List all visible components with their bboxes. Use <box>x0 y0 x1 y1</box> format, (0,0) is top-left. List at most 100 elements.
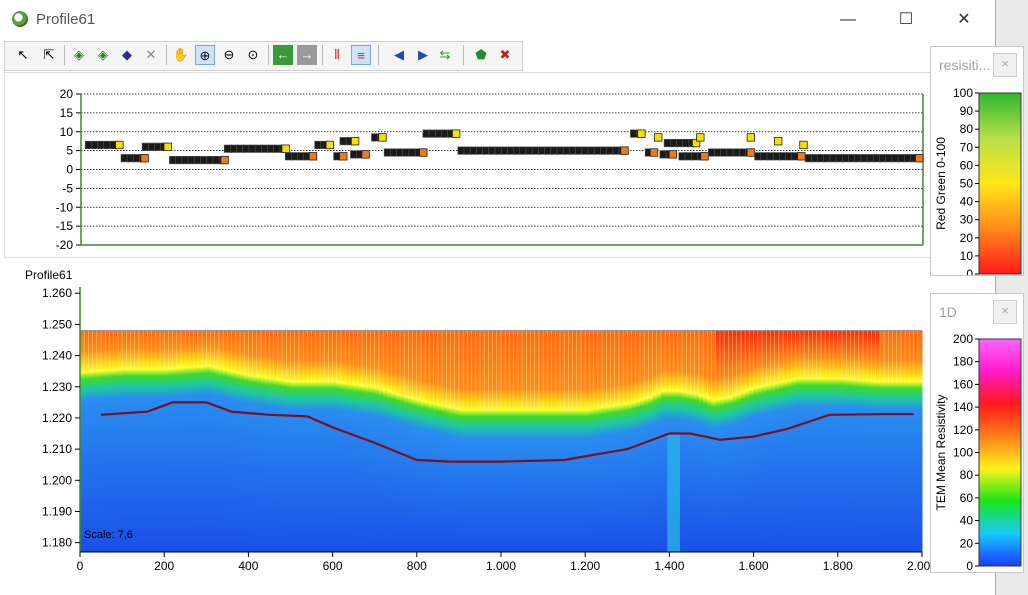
section-plot-panel: Profile61 1.260 1.250 1.240 1.230 1.220 1.210 1… <box>4 262 993 592</box>
sounding-end-marker <box>419 148 428 157</box>
sounding-end-marker <box>797 152 806 161</box>
sounding-end-marker <box>281 144 290 153</box>
close-button[interactable]: ✕ <box>944 6 984 34</box>
colorbar-tem-resistivity: 200180160140120100806040200TEM Mean Resi… <box>934 332 1022 572</box>
zoom-out-icon[interactable]: ⊖ <box>219 45 239 65</box>
sounding-segment <box>422 129 461 138</box>
sounding-end-marker <box>637 129 646 138</box>
sounding-end-marker <box>746 133 755 142</box>
delete-icon[interactable]: ✕ <box>141 45 161 65</box>
y-tick-label: 1.210 <box>42 442 72 456</box>
sounding-segment <box>333 152 348 161</box>
sounding-end-marker <box>325 140 335 150</box>
sounding-segment <box>804 154 924 163</box>
minimize-button[interactable]: — <box>828 6 868 34</box>
x-tick-label: 600 <box>323 559 343 573</box>
x-tick-label: 200 <box>154 559 174 573</box>
colorbar-tick-label: 40 <box>960 195 974 209</box>
colorbar-red-green: 1009080706050403020100Red Green 0-100 <box>934 86 1022 275</box>
sounding-end-marker <box>915 154 924 163</box>
y-tick-label: 1.230 <box>42 380 72 394</box>
top-plot-panel: 20 15 10 5 0 -5 -10 -15 -20 <box>4 72 995 258</box>
sounding-end-marker <box>799 140 808 150</box>
y-tick-label: 1.260 <box>42 286 72 300</box>
colorbar-tick-label: 140 <box>953 400 973 414</box>
bars-chart[interactable]: 20151050-5-10-15-20 <box>5 73 994 257</box>
y-tick-label: 5 <box>66 144 73 158</box>
prev-icon[interactable]: ◀ <box>389 45 409 65</box>
sounding-segment <box>746 133 755 142</box>
y-tick-label: 0 <box>66 163 73 177</box>
colorbar-axis-label: Red Green 0-100 <box>934 137 948 230</box>
sounding-end-marker <box>378 133 387 142</box>
y-tick-label: 10 <box>60 125 74 139</box>
profile-window: Profile61 — ☐ ✕ ↖ ⇱ ◈ ◈ ◆ ✕ ✋ ⊕ ⊖ ⊙ ← → … <box>0 0 996 595</box>
toolbar-separator <box>268 45 269 65</box>
maximize-button[interactable]: ☐ <box>886 6 926 34</box>
vertical-bars-icon[interactable]: ⦀ <box>327 45 347 65</box>
zoom-in-icon[interactable]: ⊕ <box>195 45 215 65</box>
zoom-extent-icon[interactable]: ⊙ <box>243 45 263 65</box>
toolbar: ↖ ⇱ ◈ ◈ ◆ ✕ ✋ ⊕ ⊖ ⊙ ← → ⦀ ≡ ◀ ▶ ⇆ ⬟ ✖ <box>4 41 523 71</box>
sounding-end-marker <box>451 129 461 138</box>
section-label: Profile61 <box>25 268 73 282</box>
y-tick-label: 1.190 <box>42 504 72 518</box>
toolbar-separator <box>378 45 379 65</box>
colorbar-tick-label: 20 <box>960 231 974 245</box>
layer-c-icon[interactable]: ◆ <box>117 45 137 65</box>
sounding-end-marker <box>308 152 318 161</box>
sounding-segment <box>169 155 229 165</box>
toolbar-separator <box>64 45 65 65</box>
next-icon[interactable]: ▶ <box>413 45 433 65</box>
sounding-end-marker <box>220 155 229 165</box>
sounding-segment <box>383 148 428 157</box>
forward-icon[interactable]: → <box>297 45 317 65</box>
sounding-end-marker <box>668 150 678 159</box>
select-multi-icon[interactable]: ⇱ <box>39 45 59 65</box>
anomaly-column <box>667 433 680 552</box>
sounding-end-marker <box>746 148 755 157</box>
layer-b-icon[interactable]: ◈ <box>93 45 113 65</box>
swap-icon[interactable]: ⇆ <box>435 45 455 65</box>
colorbar-window-resistivity: resisiti... × 100 90 80 70 60 50 40 30 20 10 0 Red … <box>930 46 1024 276</box>
sounding-segment <box>314 140 335 150</box>
sounding-end-marker <box>696 133 705 142</box>
sounding-segment <box>371 133 387 142</box>
sounding-end-marker <box>339 152 348 161</box>
x-tick-label: 1.800 <box>823 559 853 573</box>
layer-a-icon[interactable]: ◈ <box>69 45 89 65</box>
sounding-end-marker <box>115 140 124 150</box>
colorbar-tick-label: 90 <box>960 104 974 118</box>
x-tick-label: 400 <box>238 559 258 573</box>
sounding-segment <box>350 150 370 159</box>
enable-icon[interactable]: ⬟ <box>471 45 491 65</box>
horizontal-lines-icon[interactable]: ≡ <box>351 45 371 65</box>
sounding-end-marker <box>140 154 149 163</box>
y-tick-label: -20 <box>56 238 74 252</box>
y-tick-label: 1.250 <box>42 317 72 331</box>
resistivity-section-chart[interactable]: Profile61 1.260 1.250 1.240 1.230 1.220 1.210 1… <box>4 262 993 592</box>
sounding-end-marker <box>620 146 629 155</box>
pan-hand-icon[interactable]: ✋ <box>171 45 191 65</box>
colorbar-axis-label: TEM Mean Resistivity <box>934 394 948 510</box>
colorbar-tick-label: 120 <box>953 423 973 437</box>
sounding-segment <box>663 138 701 148</box>
disable-icon[interactable]: ✖ <box>495 45 515 65</box>
window-title: Profile61 <box>36 11 96 28</box>
colorbar-tick-label: 80 <box>960 122 974 136</box>
app-logo-icon <box>12 11 28 27</box>
sounding-segment <box>659 150 678 159</box>
sounding-end-marker <box>649 148 659 157</box>
sounding-segment <box>774 137 783 146</box>
x-tick-label: 1.600 <box>739 559 769 573</box>
colorbar-tick-label: 30 <box>960 213 974 227</box>
colorbar-tick-label: 20 <box>960 536 974 550</box>
sounding-segment <box>339 137 360 146</box>
y-tick-label: -15 <box>56 219 74 233</box>
back-icon[interactable]: ← <box>273 45 293 65</box>
sounding-segment <box>284 152 318 161</box>
y-tick-label: 1.240 <box>42 349 72 363</box>
select-arrow-icon[interactable]: ↖ <box>13 45 33 65</box>
y-tick-label: 20 <box>60 87 74 101</box>
scale-text: Scale: 7,6 <box>84 529 133 541</box>
